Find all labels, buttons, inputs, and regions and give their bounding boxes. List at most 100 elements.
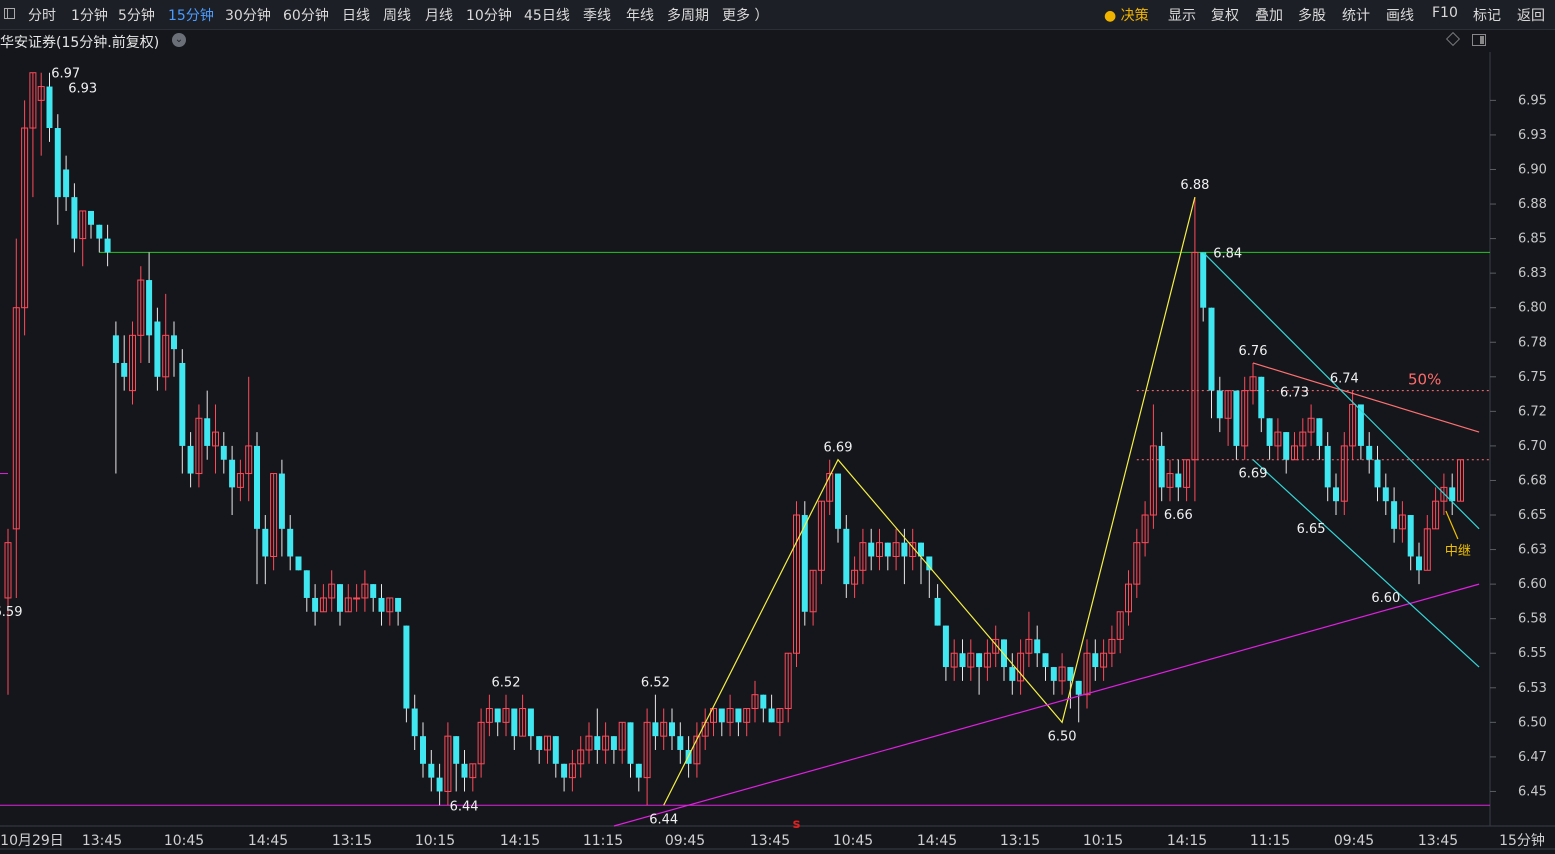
candle-body (54, 128, 61, 198)
y-tick-label-9: 6.72 (1518, 404, 1547, 419)
candle-body (312, 597, 319, 612)
candle-body (229, 459, 236, 488)
candle-body (171, 335, 177, 350)
price-label-17: 6.60 (1371, 591, 1400, 606)
price-label-12: 6.76 (1239, 344, 1268, 359)
relay-arrow (1445, 510, 1459, 540)
candle-body (1382, 487, 1389, 502)
candle-body (112, 335, 119, 363)
y-tick-label-20: 6.45 (1518, 784, 1547, 799)
candle-body (395, 597, 402, 612)
candle-body (494, 708, 501, 723)
x-tick-label-15: 11:15 (1250, 833, 1290, 849)
candle-body (1324, 445, 1331, 488)
price-label-9: 6.88 (1180, 178, 1209, 193)
price-label-4: 6.52 (492, 676, 521, 691)
candle-body (1407, 515, 1414, 557)
candle-body (760, 694, 767, 709)
y-tick-label-12: 6.65 (1518, 508, 1547, 523)
price-label-10: 6.84 (1213, 246, 1242, 261)
candle-body (677, 736, 684, 750)
candles-group (4, 72, 1464, 806)
candlestick-chart[interactable]: 6.95 6.93 6.90 6.88 6.85 6.83 6.80 6.78 6.75 6.72… (0, 0, 1555, 854)
candle-body (536, 736, 543, 750)
candle-body (1266, 418, 1273, 446)
price-label-8: 6.50 (1048, 729, 1077, 744)
y-tick-label-8: 6.75 (1518, 370, 1547, 385)
candle-body (1050, 667, 1057, 681)
candle-body (453, 736, 460, 764)
candle-body (552, 736, 559, 764)
candle-body (669, 722, 675, 737)
candle-body (1175, 473, 1182, 488)
candle-body (428, 763, 435, 778)
candle-body (1158, 445, 1165, 488)
trend-line-3 (1252, 459, 1480, 668)
candle-body (934, 597, 941, 626)
y-tick-label-16: 6.55 (1518, 646, 1547, 661)
candle-body (511, 708, 518, 737)
candle-body (594, 736, 601, 750)
candle-body (843, 528, 850, 585)
candle-body (1366, 445, 1373, 460)
candle-body (187, 445, 194, 474)
candle-body (635, 763, 642, 778)
candle-body (1092, 653, 1099, 668)
candle-body (146, 280, 153, 336)
candle-body (1001, 639, 1007, 668)
y-tick-label-6: 6.80 (1518, 301, 1547, 316)
candle-body (104, 238, 111, 253)
x-tick-label-0: 10月29日 (0, 833, 64, 849)
y-tick-label-11: 6.68 (1518, 473, 1547, 488)
candle-body (1200, 252, 1207, 308)
candle-body (610, 736, 617, 750)
candle-body (403, 625, 410, 709)
candle-body (1333, 487, 1339, 502)
price-label-14: 6.74 (1330, 372, 1359, 387)
x-tick-label-3: 14:45 (248, 833, 288, 849)
price-label-6: 6.44 (649, 812, 678, 827)
candle-body (627, 722, 634, 764)
y-tick-label-17: 6.53 (1518, 681, 1547, 696)
y-tick-label-18: 6.50 (1518, 715, 1547, 730)
candle-body (718, 708, 725, 723)
fifty-percent-label: 50% (1408, 371, 1441, 389)
candle-body (295, 556, 302, 571)
x-tick-label-14: 14:15 (1167, 833, 1207, 849)
candle-body (63, 169, 70, 198)
signal-mark: s (793, 817, 801, 832)
candle-body (436, 777, 443, 792)
candle-body (71, 197, 78, 239)
y-tick-label-10: 6.70 (1518, 439, 1547, 454)
price-label-13: 6.73 (1280, 385, 1309, 400)
candle-body (337, 584, 343, 612)
candle-body (46, 86, 53, 129)
x-tick-label-10: 10:45 (833, 833, 873, 849)
candle-body (1216, 390, 1223, 419)
y-tick-label-19: 6.47 (1518, 750, 1547, 765)
price-label-7: 6.69 (824, 441, 853, 456)
candle-body (179, 362, 186, 446)
x-tick-label-5: 10:15 (415, 833, 455, 849)
candle-body (287, 528, 294, 557)
candle-body (527, 708, 534, 737)
candle-body (901, 542, 908, 557)
candle-body (1316, 418, 1323, 446)
candle-body (1042, 653, 1049, 668)
candle-body (353, 597, 361, 600)
price-label-2: 6.59 (0, 605, 22, 620)
candle-body (121, 362, 128, 377)
candle-body (1208, 307, 1215, 391)
relay-annotation: 中继 (1445, 544, 1471, 559)
price-label-5: 6.52 (641, 676, 670, 691)
candle-body (976, 653, 983, 668)
x-tick-label-8: 09:45 (665, 833, 705, 849)
candle-body (278, 473, 285, 529)
candle-body (768, 708, 775, 723)
x-tick-label-13: 10:15 (1083, 833, 1123, 849)
candle-body (942, 625, 949, 668)
y-tick-label-7: 6.78 (1518, 335, 1547, 350)
price-label-0: 6.97 (51, 67, 80, 82)
price-label-11: 6.66 (1164, 508, 1193, 523)
y-tick-label-5: 6.83 (1518, 266, 1547, 281)
